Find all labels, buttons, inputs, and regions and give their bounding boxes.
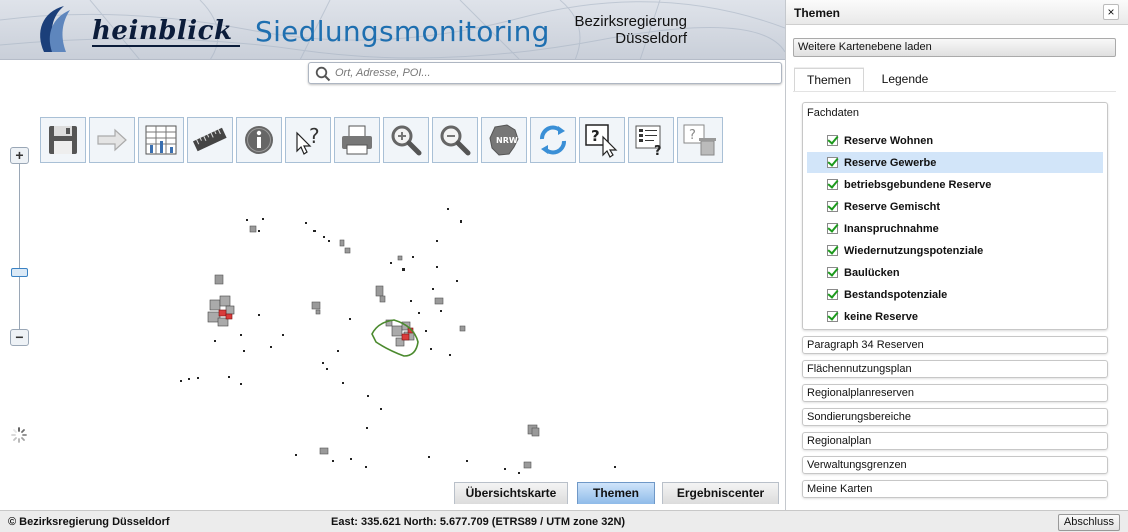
app-title: Siedlungsmonitoring — [255, 15, 550, 48]
help-delete-button[interactable]: ? — [677, 117, 723, 163]
layer-wiedernutzungspotenziale[interactable]: Wiedernutzungspotenziale — [807, 240, 1103, 261]
layer-reserve-gemischt[interactable]: Reserve Gemischt — [807, 196, 1103, 217]
layer-label: Bestandspotenziale — [844, 288, 948, 301]
layer-checkbox[interactable] — [827, 245, 838, 256]
map-canvas[interactable] — [0, 190, 785, 480]
help-delete-icon: ? — [683, 124, 716, 156]
layer-keine-reserve[interactable]: keine Reserve — [807, 306, 1103, 327]
layer-label: Reserve Wohnen — [844, 134, 934, 147]
zoom-in-button[interactable]: + — [10, 147, 29, 164]
info-icon — [245, 126, 273, 154]
ruler-icon — [192, 127, 227, 152]
section-flaechennutzungsplan[interactable]: Flächennutzungsplan — [802, 360, 1108, 378]
organization-name: Bezirksregierung Düsseldorf — [574, 13, 687, 47]
svg-text:?: ? — [689, 128, 696, 143]
layer-reserve-wohnen[interactable]: Reserve Wohnen — [807, 130, 1103, 151]
section-meine-karten[interactable]: Meine Karten — [802, 480, 1108, 498]
attribute-table-button[interactable] — [138, 117, 184, 163]
help-legend-button[interactable]: ? — [628, 117, 674, 163]
themen-panel: Themen × Weitere Kartenebene laden Theme… — [785, 0, 1128, 510]
layer-betriebsgebundene-reserve[interactable]: betriebsgebundene Reserve — [807, 174, 1103, 195]
layer-bauluecken[interactable]: Baulücken — [807, 262, 1103, 283]
panel-header: Themen × — [786, 0, 1128, 25]
panel-title: Themen — [794, 6, 841, 20]
fachdaten-group: Fachdaten Reserve Wohnen Reserve Gewerbe… — [802, 102, 1108, 330]
layer-label: Wiedernutzungspotenziale — [844, 244, 984, 257]
load-map-layer-button[interactable]: Weitere Kartenebene laden — [793, 38, 1116, 57]
org-line-2: Düsseldorf — [615, 30, 687, 47]
copyright-text: © Bezirksregierung Düsseldorf — [8, 516, 170, 528]
map-toolbar: ? NRW ? ? ? — [40, 117, 726, 163]
table-icon — [145, 125, 177, 155]
tab-panel-legende[interactable]: Legende — [870, 68, 940, 92]
help-pointer-button[interactable]: ? — [579, 117, 625, 163]
header-banner: heinblick Siedlungsmonitoring Bezirksreg… — [0, 0, 785, 60]
svg-text:?: ? — [591, 127, 600, 145]
section-regionalplanreserven[interactable]: Regionalplanreserven — [802, 384, 1108, 402]
query-icon: ? — [296, 124, 320, 155]
search-icon — [315, 66, 331, 82]
layer-label: keine Reserve — [844, 310, 918, 323]
svg-text:?: ? — [309, 124, 320, 148]
print-button[interactable] — [334, 117, 380, 163]
tab-themen[interactable]: Themen — [577, 482, 655, 504]
search-box — [308, 62, 782, 84]
section-sondierungsbereiche[interactable]: Sondierungsbereiche — [802, 408, 1108, 426]
zoom-out-tool-button[interactable] — [432, 117, 478, 163]
tab-ergebniscenter[interactable]: Ergebniscenter — [662, 482, 779, 504]
layer-checkbox[interactable] — [827, 157, 838, 168]
refresh-icon — [540, 125, 566, 155]
layer-inanspruchnahme[interactable]: Inanspruchnahme — [807, 218, 1103, 239]
layer-label: betriebsgebundene Reserve — [844, 178, 992, 191]
layer-label: Reserve Gemischt — [844, 200, 940, 213]
layer-bestandspotenziale[interactable]: Bestandspotenziale — [807, 284, 1103, 305]
logo-wordmark: heinblick — [92, 16, 233, 46]
section-paragraph-34[interactable]: Paragraph 34 Reserven — [802, 336, 1108, 354]
tab-panel-themen[interactable]: Themen — [794, 68, 864, 92]
save-icon — [49, 126, 77, 154]
arrow-right-icon — [97, 128, 127, 152]
forward-button[interactable] — [89, 117, 135, 163]
layer-checkbox[interactable] — [827, 135, 838, 146]
close-icon[interactable]: × — [1103, 4, 1119, 20]
section-verwaltungsgrenzen[interactable]: Verwaltungsgrenzen — [802, 456, 1108, 474]
layer-checkbox[interactable] — [827, 201, 838, 212]
full-extent-button[interactable]: NRW — [481, 117, 527, 163]
zoom-in-icon — [391, 125, 422, 156]
svg-text:?: ? — [654, 144, 662, 159]
zoom-out-icon — [440, 125, 471, 156]
measure-button[interactable] — [187, 117, 233, 163]
rheinblick-logo: heinblick — [30, 2, 240, 54]
layer-checkbox[interactable] — [827, 311, 838, 322]
query-button[interactable]: ? — [285, 117, 331, 163]
coordinate-readout: East: 335.621 North: 5.677.709 (ETRS89 /… — [331, 516, 626, 528]
print-icon — [342, 125, 372, 155]
help-pointer-icon: ? — [585, 124, 618, 158]
nrw-map-icon: NRW — [489, 124, 519, 156]
refresh-button[interactable] — [530, 117, 576, 163]
layer-reserve-gewerbe[interactable]: Reserve Gewerbe — [807, 152, 1103, 173]
group-title[interactable]: Fachdaten — [807, 107, 859, 119]
info-button[interactable] — [236, 117, 282, 163]
layer-label: Baulücken — [844, 266, 900, 279]
app-root: heinblick Siedlungsmonitoring Bezirksreg… — [0, 0, 1128, 532]
section-regionalplan[interactable]: Regionalplan — [802, 432, 1108, 450]
layer-label: Reserve Gewerbe — [844, 156, 937, 169]
org-line-1: Bezirksregierung — [574, 13, 687, 30]
svg-text:NRW: NRW — [496, 136, 518, 145]
layer-checkbox[interactable] — [827, 267, 838, 278]
tab-uebersichtskarte[interactable]: Übersichtskarte — [454, 482, 568, 504]
help-legend-icon: ? — [635, 125, 662, 159]
save-button[interactable] — [40, 117, 86, 163]
status-bar: © Bezirksregierung Düsseldorf East: 335.… — [0, 510, 1128, 532]
exit-button[interactable]: Abschluss — [1058, 514, 1120, 531]
zoom-in-tool-button[interactable] — [383, 117, 429, 163]
layer-checkbox[interactable] — [827, 289, 838, 300]
search-input[interactable] — [335, 65, 775, 81]
layer-checkbox[interactable] — [827, 223, 838, 234]
layer-checkbox[interactable] — [827, 179, 838, 190]
layer-label: Inanspruchnahme — [844, 222, 939, 235]
